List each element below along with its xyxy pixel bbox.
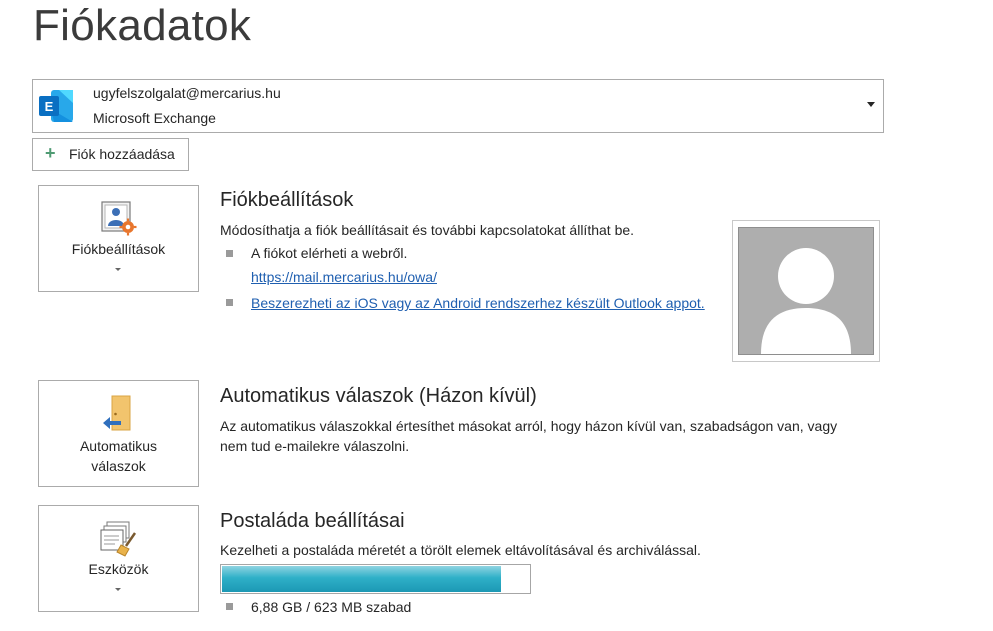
svg-text:E: E	[45, 99, 54, 114]
chevron-down-icon[interactable]	[867, 102, 875, 107]
avatar-placeholder-icon	[738, 227, 874, 355]
automatic-replies-button[interactable]: Automatikus válaszok	[38, 380, 199, 487]
automatic-replies-description-line1: Az automatikus válaszokkal értesíthet má…	[220, 418, 838, 434]
add-account-button[interactable]: + Fiók hozzáadása	[32, 138, 189, 171]
account-settings-tile-label: Fiókbeállítások	[71, 241, 166, 257]
outlook-mobile-app-link[interactable]: Beszerezheti az iOS vagy az Android rend…	[251, 295, 705, 311]
profile-picture[interactable]	[732, 220, 880, 362]
mailbox-cleanup-icon	[99, 519, 139, 559]
tools-tile-label: Eszközök	[88, 561, 149, 577]
plus-icon: +	[45, 143, 56, 163]
mailbox-usage-fill	[222, 566, 501, 592]
web-access-text: A fiókot elérheti a webről.	[251, 245, 408, 261]
page-title: Fiókadatok	[33, 1, 252, 50]
account-settings-description: Módosíthatja a fiók beállításait és tová…	[220, 222, 635, 238]
mailbox-settings-description: Kezelheti a postaláda méretét a törölt e…	[220, 542, 701, 558]
account-type: Microsoft Exchange	[93, 110, 216, 126]
owa-link[interactable]: https://mail.mercarius.hu/owa/	[251, 269, 437, 285]
bullet-icon	[226, 603, 233, 610]
account-settings-button[interactable]: Fiókbeállítások	[38, 185, 199, 292]
mailbox-settings-title: Postaláda beállításai	[220, 510, 405, 532]
account-settings-title: Fiókbeállítások	[220, 189, 354, 211]
add-account-label: Fiók hozzáadása	[69, 146, 175, 162]
account-selector-dropdown[interactable]: E ugyfelszolgalat@mercarius.hu Microsoft…	[32, 79, 884, 133]
automatic-replies-description-line2: nem tud e-mailekre válaszolni.	[220, 438, 410, 454]
bullet-icon	[226, 299, 233, 306]
out-of-office-door-icon	[99, 394, 137, 434]
account-email: ugyfelszolgalat@mercarius.hu	[93, 85, 281, 101]
mailbox-usage-text: 6,88 GB / 623 MB szabad	[251, 599, 412, 615]
chevron-down-icon	[115, 588, 121, 591]
automatic-replies-tile-label-line1: Automatikus	[79, 438, 158, 454]
chevron-down-icon	[115, 268, 121, 271]
account-settings-icon	[100, 199, 138, 237]
automatic-replies-title: Automatikus válaszok (Házon kívül)	[220, 385, 537, 407]
bullet-icon	[226, 250, 233, 257]
tools-button[interactable]: Eszközök	[38, 505, 199, 612]
exchange-logo-icon: E	[37, 87, 75, 125]
mailbox-usage-bar	[220, 564, 531, 594]
automatic-replies-tile-label-line2: válaszok	[91, 458, 146, 474]
